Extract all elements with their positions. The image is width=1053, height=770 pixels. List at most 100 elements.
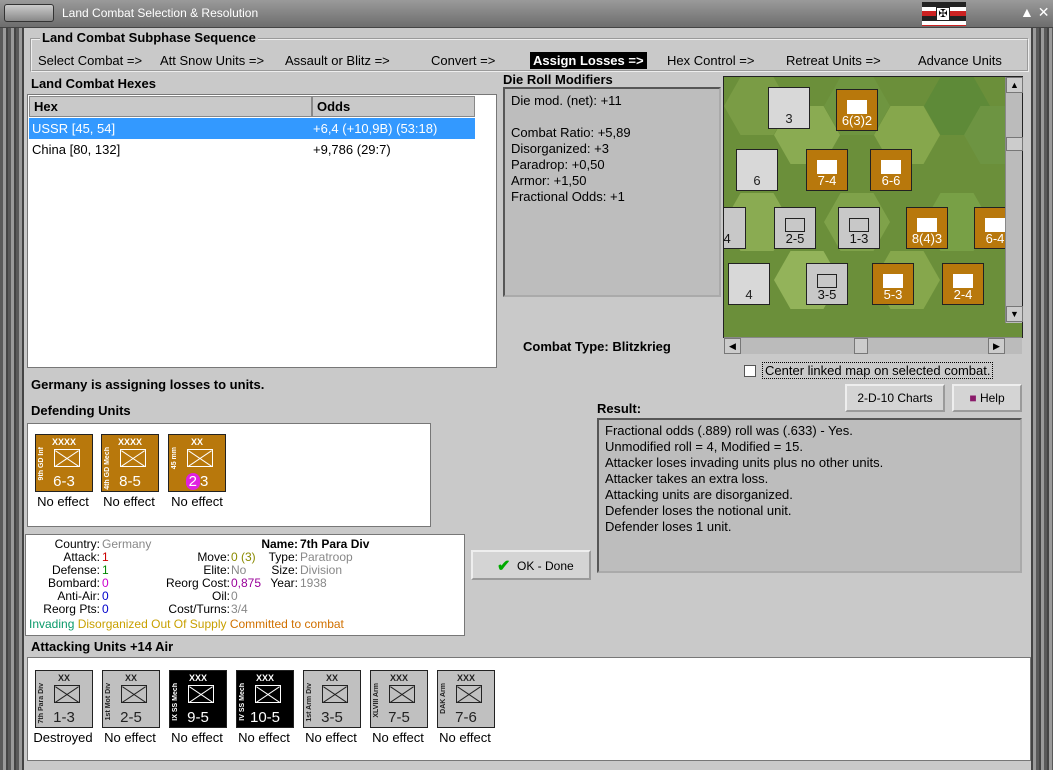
- unit-effect: No effect: [104, 730, 156, 745]
- counter-symbol: [881, 160, 901, 174]
- result-line: Defender loses 1 unit.: [605, 519, 732, 534]
- defending-unit-counter[interactable]: XX 45 mm 23: [168, 434, 226, 492]
- result-line: Fractional odds (.889) roll was (.633) -…: [605, 423, 853, 438]
- seq-advance-units: Advance Units: [918, 53, 1002, 68]
- modifier-line: Die mod. (net): +11: [511, 93, 622, 108]
- map-counter[interactable]: 4: [728, 263, 770, 305]
- unit-effect: No effect: [37, 494, 89, 509]
- infantry-symbol-icon: [54, 685, 80, 703]
- counter-symbol: [785, 218, 805, 232]
- defending-unit-counter[interactable]: XXXX 9th GD Inf 6-3: [35, 434, 93, 492]
- armor-symbol-icon: [322, 685, 348, 703]
- counter-value: 2-5: [785, 231, 805, 246]
- column-header-odds[interactable]: Odds: [312, 96, 475, 117]
- map-counter[interactable]: 2-5: [774, 207, 816, 249]
- infantry-symbol-icon: [54, 449, 80, 467]
- scroll-thumb[interactable]: [1006, 137, 1023, 151]
- unit-strength: 2-5: [120, 709, 142, 726]
- unit-status-flags: Invading Disorganized Out Of Supply Comm…: [29, 618, 344, 631]
- table-row[interactable]: China [80, 132] +9,786 (29:7): [29, 139, 475, 160]
- column-header-hex[interactable]: Hex: [29, 96, 312, 117]
- charts-button[interactable]: 2-D-10 Charts: [845, 384, 945, 412]
- odds-cell: +9,786 (29:7): [313, 142, 391, 157]
- scroll-left-icon[interactable]: ◀: [724, 338, 741, 354]
- map-counter[interactable]: 2-4: [942, 263, 984, 305]
- scroll-down-icon[interactable]: ▼: [1006, 306, 1023, 322]
- attacking-unit-counter[interactable]: XXX IX SS Mech 9-5: [169, 670, 227, 728]
- unit-size: XXX: [188, 673, 207, 683]
- unit-name: 45 mm: [171, 447, 178, 470]
- armor-symbol-icon: [389, 685, 415, 703]
- unit-size: XXX: [255, 673, 274, 683]
- unit-effect: No effect: [103, 494, 155, 509]
- checkmark-icon: ✔: [497, 558, 511, 575]
- help-button[interactable]: ■ Help: [952, 384, 1022, 412]
- map-counter[interactable]: 6: [736, 149, 778, 191]
- modifier-line: Armor: +1,50: [511, 173, 587, 188]
- counter-value: 8(4)3: [911, 231, 943, 246]
- map-counter[interactable]: 5-3: [872, 263, 914, 305]
- subphase-sequence-title: Land Combat Subphase Sequence: [40, 30, 258, 45]
- unit-strength: 10-5: [249, 709, 281, 726]
- seq-assign-losses: Assign Losses =>: [530, 52, 647, 69]
- unit-effect: No effect: [439, 730, 491, 745]
- unit-strength: 8-5: [119, 473, 141, 490]
- german-flag-icon: ✠: [922, 2, 966, 26]
- map-counter[interactable]: 8(4)3: [906, 207, 948, 249]
- scroll-up-icon[interactable]: ▲: [1006, 77, 1023, 93]
- map-counter[interactable]: 1-3: [838, 207, 880, 249]
- reorg-pts-label: Reorg Pts:: [43, 602, 100, 616]
- attacking-unit-counter[interactable]: XXX XLVIII Arm 7-5: [370, 670, 428, 728]
- attacking-unit-counter[interactable]: XXX DAK Arm 7-6: [437, 670, 495, 728]
- map-horizontal-scrollbar[interactable]: ◀ ▶: [724, 337, 1022, 354]
- table-row[interactable]: USSR [45, 54] +6,4 (+10,9B) (53:18): [29, 118, 475, 139]
- system-menu-button[interactable]: [4, 4, 54, 22]
- counter-value: 7-4: [817, 173, 837, 188]
- defending-unit-counter[interactable]: XXXX 4th GD Mech 8-5: [101, 434, 159, 492]
- attacking-unit-counter[interactable]: XX 7th Para Div 1-3: [35, 670, 93, 728]
- unit-strength: 6-3: [53, 473, 75, 490]
- modifier-line: Combat Ratio: +5,89: [511, 125, 631, 140]
- unit-strength: 1-3: [53, 709, 75, 726]
- scroll-thumb[interactable]: [854, 338, 868, 354]
- modifier-line: Fractional Odds: +1: [511, 189, 625, 204]
- attacking-unit-counter[interactable]: XXX IV SS Mech 10-5: [236, 670, 294, 728]
- scroll-right-icon[interactable]: ▶: [988, 338, 1005, 354]
- mech-symbol-icon: [188, 685, 214, 703]
- linked-map[interactable]: 3 6(3)2 6 7-4 6-6 )4 2-5 1-3 8(4)3 6-4 4…: [723, 76, 1023, 338]
- combat-type: Combat Type: Blitzkrieg: [523, 339, 671, 354]
- map-counter[interactable]: 6(3)2: [836, 89, 878, 131]
- window-controls[interactable]: ▲ ✕: [1020, 4, 1049, 21]
- ok-done-button[interactable]: ✔ OK - Done: [471, 550, 591, 580]
- unit-strength: 9-5: [187, 709, 209, 726]
- year-value: 1938: [300, 576, 327, 590]
- counter-symbol: [817, 160, 837, 174]
- counter-value: 3: [785, 111, 793, 126]
- modifier-line: Paradrop: +0,50: [511, 157, 605, 172]
- center-map-label[interactable]: Center linked map on selected combat.: [762, 362, 994, 379]
- result-line: Attacker takes an extra loss.: [605, 471, 769, 486]
- result-line: Attacking units are disorganized.: [605, 487, 793, 502]
- year-label: Year:: [270, 576, 298, 590]
- map-counter[interactable]: )4: [724, 207, 746, 249]
- attacking-unit-counter[interactable]: XX 1st Arm Div 3-5: [303, 670, 361, 728]
- hex-cell: USSR [45, 54]: [32, 121, 116, 136]
- map-counter[interactable]: 6-6: [870, 149, 912, 191]
- iron-cross-icon: ✠: [936, 7, 950, 21]
- seq-hex-control: Hex Control =>: [667, 53, 755, 68]
- status-message: Germany is assigning losses to units.: [31, 377, 265, 392]
- map-counter[interactable]: 3-5: [806, 263, 848, 305]
- counter-value: 6(3)2: [841, 113, 873, 128]
- armor-symbol-icon: [456, 685, 482, 703]
- center-map-checkbox[interactable]: [744, 365, 756, 377]
- die-roll-modifiers-box: Die mod. (net): +11 Combat Ratio: +5,89 …: [503, 87, 721, 297]
- map-counter[interactable]: 3: [768, 87, 810, 129]
- unit-size: XX: [57, 673, 70, 683]
- attacking-unit-counter[interactable]: XX 1st Mot Div 2-5: [102, 670, 160, 728]
- map-counter[interactable]: 7-4: [806, 149, 848, 191]
- unit-size: XXXX: [117, 437, 142, 447]
- seq-assault-or-blitz: Assault or Blitz =>: [285, 53, 390, 68]
- mech-symbol-icon: [255, 685, 281, 703]
- flag-disorganized: Disorganized: [77, 617, 148, 631]
- map-vertical-scrollbar[interactable]: ▲ ▼: [1005, 77, 1023, 323]
